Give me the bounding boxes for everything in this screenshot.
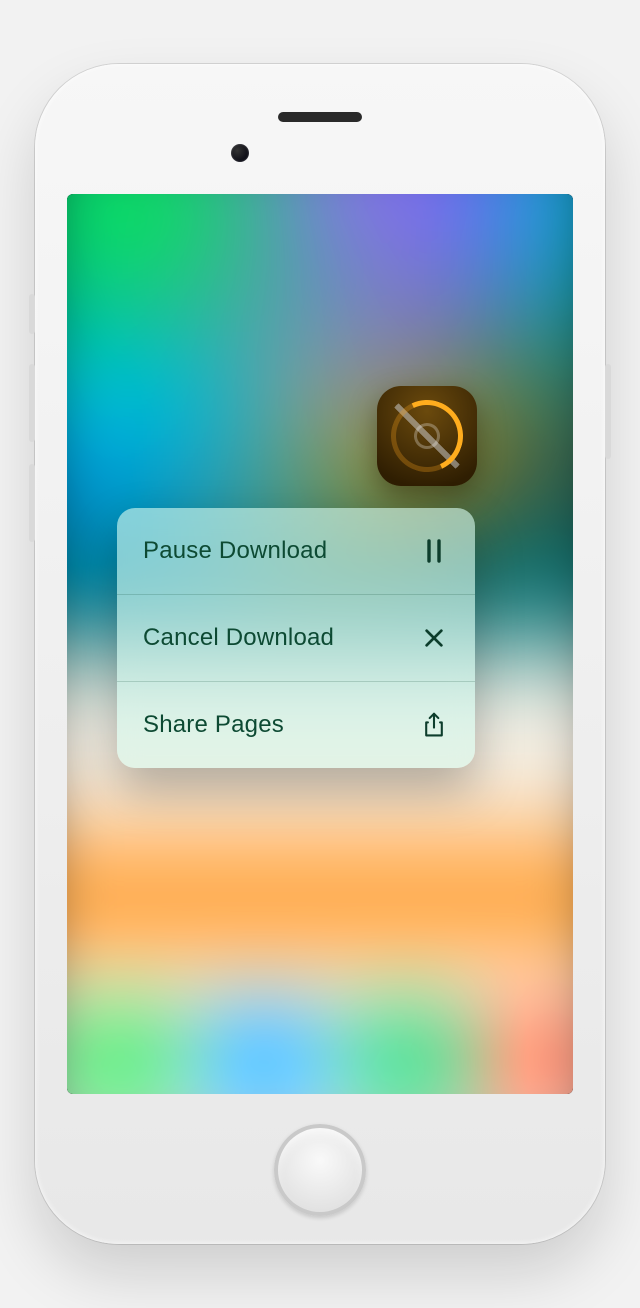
power-button <box>605 364 611 459</box>
menu-item-label: Share Pages <box>143 711 284 739</box>
mute-switch <box>29 294 35 334</box>
pause-icon <box>419 536 449 566</box>
close-icon <box>419 623 449 653</box>
front-camera <box>231 144 249 162</box>
menu-item-label: Pause Download <box>143 537 327 565</box>
download-progress-ring <box>381 390 473 482</box>
quick-actions-menu: Pause Download Cancel Download Share Pag… <box>117 508 475 768</box>
iphone-device-frame: Pause Download Cancel Download Share Pag… <box>35 64 605 1244</box>
volume-down-btn <box>29 464 35 542</box>
menu-item-label: Cancel Download <box>143 624 334 652</box>
screen: Pause Download Cancel Download Share Pag… <box>67 194 573 1094</box>
pause-download-action[interactable]: Pause Download <box>117 508 475 594</box>
home-button[interactable] <box>274 1124 366 1216</box>
cancel-download-action[interactable]: Cancel Download <box>117 594 475 681</box>
share-pages-action[interactable]: Share Pages <box>117 681 475 768</box>
downloading-app-icon[interactable] <box>377 386 477 486</box>
volume-up-btn <box>29 364 35 442</box>
earpiece-speaker <box>278 112 362 122</box>
share-icon <box>419 710 449 740</box>
